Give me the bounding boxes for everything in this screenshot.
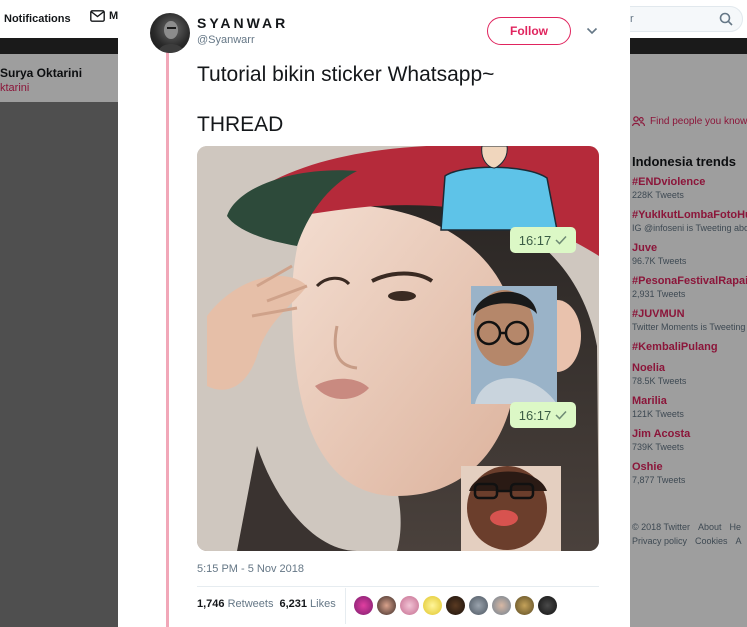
tweet-text-thread: THREAD bbox=[197, 113, 284, 136]
trend-item[interactable]: Oshie 7,877 Tweets bbox=[630, 460, 747, 493]
bubble-time: 16:17 bbox=[518, 407, 552, 423]
liker-avatar[interactable] bbox=[423, 596, 442, 615]
trend-item[interactable]: Jim Acosta 739K Tweets bbox=[630, 427, 747, 460]
trend-meta: 78.5K Tweets bbox=[632, 376, 687, 386]
site-footer: © 2018 Twitter About He Privacy policy Cook… bbox=[632, 520, 747, 548]
check-icon bbox=[555, 235, 567, 245]
trend-name: #YukIkutLombaFotoHut bbox=[632, 209, 747, 221]
chevron-down-icon[interactable] bbox=[585, 24, 599, 38]
trend-meta: 739K Tweets bbox=[632, 442, 684, 452]
author-display-name[interactable]: SYANWAR bbox=[197, 15, 288, 31]
trend-name: Marilia bbox=[632, 395, 667, 407]
footer-help-link[interactable]: He bbox=[730, 522, 742, 532]
follow-button[interactable]: Follow bbox=[487, 17, 571, 45]
retweets-label: Retweets bbox=[227, 598, 274, 610]
nav-messages-label: M bbox=[109, 10, 119, 22]
footer-cookies-link[interactable]: Cookies bbox=[695, 536, 728, 546]
footer-about-link[interactable]: About bbox=[698, 522, 722, 532]
trend-name: #PesonaFestivalRapaiA bbox=[632, 275, 747, 287]
right-sidebar: Find people you know Indonesia trends #E… bbox=[630, 102, 747, 627]
trend-meta: 96.7K Tweets bbox=[632, 256, 687, 266]
right-header bbox=[630, 54, 747, 102]
tweet-stats: 1,746 Retweets 6,231 Likes bbox=[197, 598, 336, 610]
trend-item[interactable]: Noelia 78.5K Tweets bbox=[630, 361, 747, 394]
search-icon[interactable] bbox=[719, 12, 733, 26]
find-people-label: Find people you know bbox=[650, 116, 747, 127]
thread-line bbox=[166, 52, 169, 627]
divider bbox=[197, 586, 599, 587]
tweet-text-line: Tutorial bikin sticker Whatsapp~ bbox=[197, 63, 495, 86]
trends-panel: Indonesia trends #ENDviolence 228K Tweets… bbox=[630, 154, 747, 493]
author-avatar[interactable] bbox=[150, 13, 190, 53]
whatsapp-bubble: 16:17 bbox=[510, 402, 576, 428]
trend-name: Oshie bbox=[632, 461, 663, 473]
trend-item[interactable]: #PesonaFestivalRapaiA 2,931 Tweets bbox=[630, 274, 747, 307]
liker-avatar[interactable] bbox=[400, 596, 419, 615]
likes-label: Likes bbox=[310, 598, 336, 610]
trend-name: #ENDviolence bbox=[632, 176, 706, 188]
trend-item[interactable]: Marilia 121K Tweets bbox=[630, 394, 747, 427]
trend-item[interactable]: #JUVMUN Twitter Moments is Tweeting bbox=[630, 307, 747, 340]
trend-meta: 7,877 Tweets bbox=[632, 475, 686, 485]
profile-name[interactable]: Surya Oktarini bbox=[0, 66, 82, 80]
footer-privacy-link[interactable]: Privacy policy bbox=[632, 536, 687, 546]
nav-notifications[interactable]: Notifications bbox=[4, 13, 71, 25]
liker-avatars bbox=[354, 596, 557, 615]
bubble-time: 16:17 bbox=[518, 232, 552, 248]
trend-item[interactable]: #ENDviolence 228K Tweets bbox=[630, 175, 747, 208]
find-people-link[interactable]: Find people you know bbox=[632, 116, 747, 127]
search-placeholder: r bbox=[630, 13, 634, 25]
nav-messages[interactable]: M bbox=[90, 10, 118, 22]
tweet-text: Tutorial bikin sticker Whatsapp~ THREAD bbox=[197, 62, 494, 137]
profile-card: Surya Oktarini ktarini bbox=[0, 54, 118, 102]
trend-meta: Twitter Moments is Tweeting bbox=[632, 322, 746, 332]
trend-name: #JUVMUN bbox=[632, 308, 685, 320]
search-input[interactable]: r bbox=[615, 6, 743, 32]
liker-avatar[interactable] bbox=[469, 596, 488, 615]
trend-meta: 121K Tweets bbox=[632, 409, 684, 419]
liker-avatar[interactable] bbox=[446, 596, 465, 615]
profile-handle[interactable]: ktarini bbox=[0, 82, 29, 94]
media-illustration bbox=[197, 146, 599, 551]
trend-name: #KembaliPulang bbox=[632, 341, 718, 353]
avatar-image bbox=[158, 21, 184, 53]
likes-count: 6,231 bbox=[279, 598, 307, 610]
trend-item[interactable]: #KembaliPulang bbox=[630, 340, 747, 361]
retweets-stat[interactable]: 1,746 Retweets bbox=[197, 598, 273, 610]
footer-copyright: © 2018 Twitter bbox=[632, 522, 690, 532]
author-handle[interactable]: @Syanwarr bbox=[197, 34, 255, 46]
liker-avatar[interactable] bbox=[492, 596, 511, 615]
people-icon bbox=[632, 116, 645, 127]
trend-item[interactable]: #YukIkutLombaFotoHut IG @infoseni is Twee… bbox=[630, 208, 747, 241]
stats-separator bbox=[345, 588, 346, 624]
trend-name: Juve bbox=[632, 242, 658, 254]
nav-notifications-label: Notifications bbox=[4, 13, 71, 25]
footer-ads-link[interactable]: A bbox=[736, 536, 742, 546]
trends-title: Indonesia trends bbox=[632, 154, 737, 169]
trend-meta: 2,931 Tweets bbox=[632, 289, 686, 299]
liker-avatar[interactable] bbox=[354, 596, 373, 615]
retweets-count: 1,746 bbox=[197, 598, 225, 610]
liker-avatar[interactable] bbox=[515, 596, 534, 615]
tweet-timestamp[interactable]: 5:15 PM - 5 Nov 2018 bbox=[197, 563, 304, 575]
likes-stat[interactable]: 6,231 Likes bbox=[279, 598, 335, 610]
trend-item[interactable]: Juve 96.7K Tweets bbox=[630, 241, 747, 274]
tweet-media-image[interactable]: 16:17 16:17 bbox=[197, 146, 599, 551]
trend-name: Jim Acosta bbox=[632, 428, 691, 440]
trend-meta: 228K Tweets bbox=[632, 190, 684, 200]
trend-meta: IG @infoseni is Tweeting about bbox=[632, 223, 747, 233]
check-icon bbox=[555, 410, 567, 420]
whatsapp-bubble: 16:17 bbox=[510, 227, 576, 253]
liker-avatar[interactable] bbox=[538, 596, 557, 615]
liker-avatar[interactable] bbox=[377, 596, 396, 615]
envelope-icon bbox=[90, 10, 105, 22]
tweet-modal: SYANWAR @Syanwarr Follow Tutorial bikin … bbox=[118, 0, 630, 627]
trend-name: Noelia bbox=[632, 362, 666, 374]
